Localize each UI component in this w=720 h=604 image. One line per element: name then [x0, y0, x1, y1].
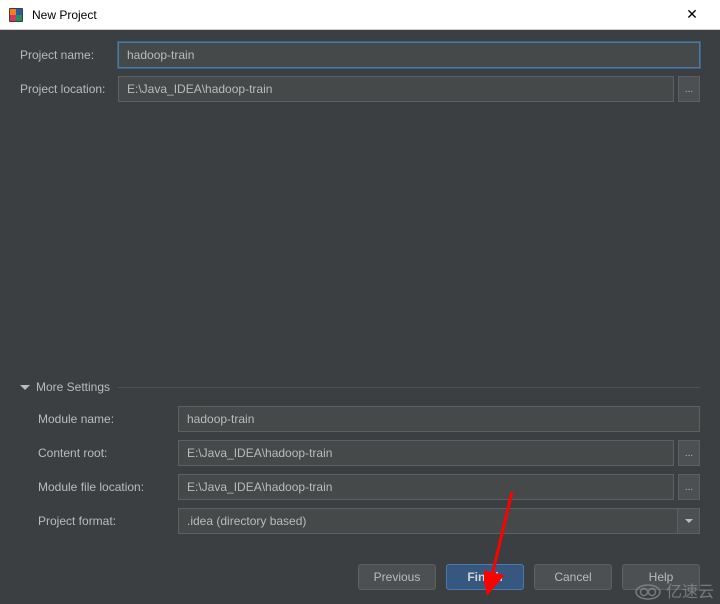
cloud-icon [634, 580, 662, 600]
chevron-down-icon [685, 519, 693, 523]
window-title: New Project [32, 8, 672, 22]
close-button[interactable]: ✕ [672, 1, 712, 29]
project-name-input[interactable] [118, 42, 700, 68]
ellipsis-icon: ... [685, 84, 693, 95]
titlebar: New Project ✕ [0, 0, 720, 30]
content-root-row: Content root: ... [20, 440, 700, 466]
project-name-label: Project name: [20, 48, 118, 62]
watermark: 亿速云 [634, 578, 714, 602]
cancel-button[interactable]: Cancel [534, 564, 612, 590]
module-file-label: Module file location: [38, 480, 178, 494]
ellipsis-icon: ... [685, 482, 693, 493]
project-format-label: Project format: [38, 514, 178, 528]
project-format-row: Project format: .idea (directory based) [20, 508, 700, 534]
content-root-label: Content root: [38, 446, 178, 460]
content-root-input[interactable] [178, 440, 674, 466]
project-location-label: Project location: [20, 82, 118, 96]
content-root-browse-button[interactable]: ... [678, 440, 700, 466]
module-name-row: Module name: [20, 406, 700, 432]
select-dropdown-button[interactable] [678, 508, 700, 534]
spacer [20, 110, 700, 380]
module-file-browse-button[interactable]: ... [678, 474, 700, 500]
module-file-row: Module file location: ... [20, 474, 700, 500]
finish-button[interactable]: Finish [446, 564, 524, 590]
close-icon: ✕ [686, 6, 698, 23]
watermark-text: 亿速云 [666, 578, 714, 602]
project-format-select[interactable]: .idea (directory based) [178, 508, 700, 534]
project-location-browse-button[interactable]: ... [678, 76, 700, 102]
project-format-value: .idea (directory based) [178, 508, 678, 534]
module-name-input[interactable] [178, 406, 700, 432]
app-icon [8, 7, 24, 23]
more-settings-label: More Settings [36, 380, 110, 394]
dialog-body: Project name: Project location: ... More… [0, 30, 720, 604]
previous-button[interactable]: Previous [358, 564, 436, 590]
button-row: Previous Finish Cancel Help [20, 564, 700, 590]
divider [118, 387, 700, 388]
more-settings-panel: Module name: Content root: ... Module fi… [20, 406, 700, 542]
ellipsis-icon: ... [685, 448, 693, 459]
module-file-input[interactable] [178, 474, 674, 500]
chevron-down-icon [20, 385, 30, 390]
project-name-row: Project name: [20, 42, 700, 68]
project-location-row: Project location: ... [20, 76, 700, 102]
more-settings-expander[interactable]: More Settings [20, 380, 700, 394]
project-location-input[interactable] [118, 76, 674, 102]
module-name-label: Module name: [38, 412, 178, 426]
